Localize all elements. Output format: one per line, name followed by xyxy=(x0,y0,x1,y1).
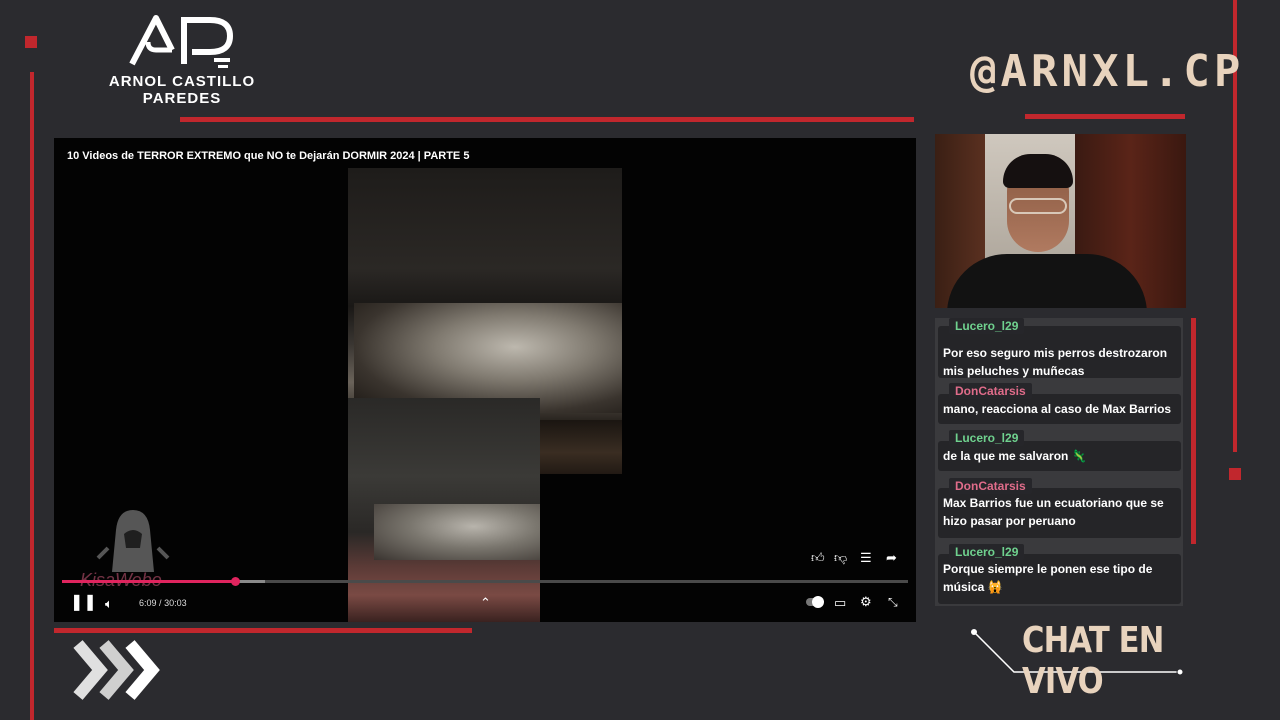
video-frame-bedsheet xyxy=(354,303,622,413)
chat-message-text: de la que me salvaron xyxy=(943,449,1069,463)
comment-icon[interactable]: ☰ xyxy=(860,551,872,564)
chat-username[interactable]: DonCatarsis xyxy=(949,478,1032,494)
progress-handle[interactable] xyxy=(231,577,241,586)
chat-username[interactable]: Lucero_l29 xyxy=(949,430,1025,446)
chat-message-text: Max Barrios fue un ecuatoriano que se hi… xyxy=(943,496,1164,528)
volume-icon[interactable]: 🔈︎ xyxy=(105,597,113,610)
brand-logo xyxy=(126,10,238,70)
webcam-person-body xyxy=(947,254,1147,308)
progress-track[interactable] xyxy=(62,577,908,586)
video-frame-lower-sheet xyxy=(374,504,540,560)
exit-fullscreen-icon[interactable]: ⤡ xyxy=(888,596,898,609)
chat-message-text: Por eso seguro mis perros destrozaron mi… xyxy=(943,346,1168,378)
chat-message: Max Barrios fue un ecuatoriano que se hi… xyxy=(938,488,1181,538)
chat-message-text: mano, reacciona al caso de Max Barrios xyxy=(943,402,1172,416)
webcam-glasses xyxy=(1009,198,1067,214)
chat-username[interactable]: Lucero_l29 xyxy=(949,318,1025,334)
chat-emote: 🦎 xyxy=(1071,449,1087,463)
bottom-divider xyxy=(54,628,472,633)
autoplay-toggle-knob xyxy=(812,596,824,608)
like-icon[interactable]: 👍︎ xyxy=(811,551,825,564)
brand-name: ARNOL CASTILLO PAREDES xyxy=(96,73,268,107)
chat-message-text: Porque siempre le ponen ese tipo de músi… xyxy=(943,562,1153,594)
chat-panel: Por eso seguro mis perros destrozaron mi… xyxy=(935,318,1183,606)
time-total: 30:03 xyxy=(164,598,187,608)
right-accent-square xyxy=(1229,468,1241,480)
chat-username[interactable]: DonCatarsis xyxy=(949,383,1032,399)
webcam-person-hair xyxy=(1003,154,1073,188)
chat-username[interactable]: Lucero_l29 xyxy=(949,544,1025,560)
chat-accent-bar xyxy=(1191,318,1196,544)
brand-name-line2: PAREDES xyxy=(142,90,222,107)
video-player[interactable]: 10 Videos de TERROR EXTREMO que NO te De… xyxy=(54,138,916,622)
social-handle: @ARNXL.CP xyxy=(970,46,1245,97)
webcam-feed xyxy=(935,134,1186,308)
video-title[interactable]: 10 Videos de TERROR EXTREMO que NO te De… xyxy=(67,150,469,162)
pause-icon[interactable]: ❚❚ xyxy=(70,595,97,611)
handle-underline xyxy=(1025,114,1185,119)
chevron-up-icon[interactable]: ⌃ xyxy=(480,596,491,609)
autoplay-toggle[interactable] xyxy=(806,596,824,608)
top-divider xyxy=(180,117,914,122)
brand-name-line1: ARNOL CASTILLO xyxy=(108,73,256,90)
time-separator: / xyxy=(159,598,162,608)
left-accent-bar xyxy=(30,72,34,720)
time-display: 6:09 / 30:03 xyxy=(139,598,187,608)
dislike-icon[interactable]: 👎︎ xyxy=(834,551,847,564)
logo-mark-icon xyxy=(129,15,234,68)
subtitles-icon[interactable]: ▭ xyxy=(834,596,846,609)
chat-title: CHAT EN VIVO xyxy=(1022,620,1164,702)
hooded-figure-icon xyxy=(96,510,170,572)
share-icon[interactable]: ➦ xyxy=(886,551,897,564)
chat-message: Porque siempre le ponen ese tipo de músi… xyxy=(938,554,1181,604)
left-accent-square xyxy=(25,36,37,48)
settings-icon[interactable]: ⚙ xyxy=(860,595,872,608)
chevron-arrows-icon xyxy=(72,638,168,707)
chat-emote: 🙀 xyxy=(987,580,1003,594)
progress-played xyxy=(62,580,236,583)
time-current: 6:09 xyxy=(139,598,157,608)
video-frame-right-strip xyxy=(540,420,622,474)
